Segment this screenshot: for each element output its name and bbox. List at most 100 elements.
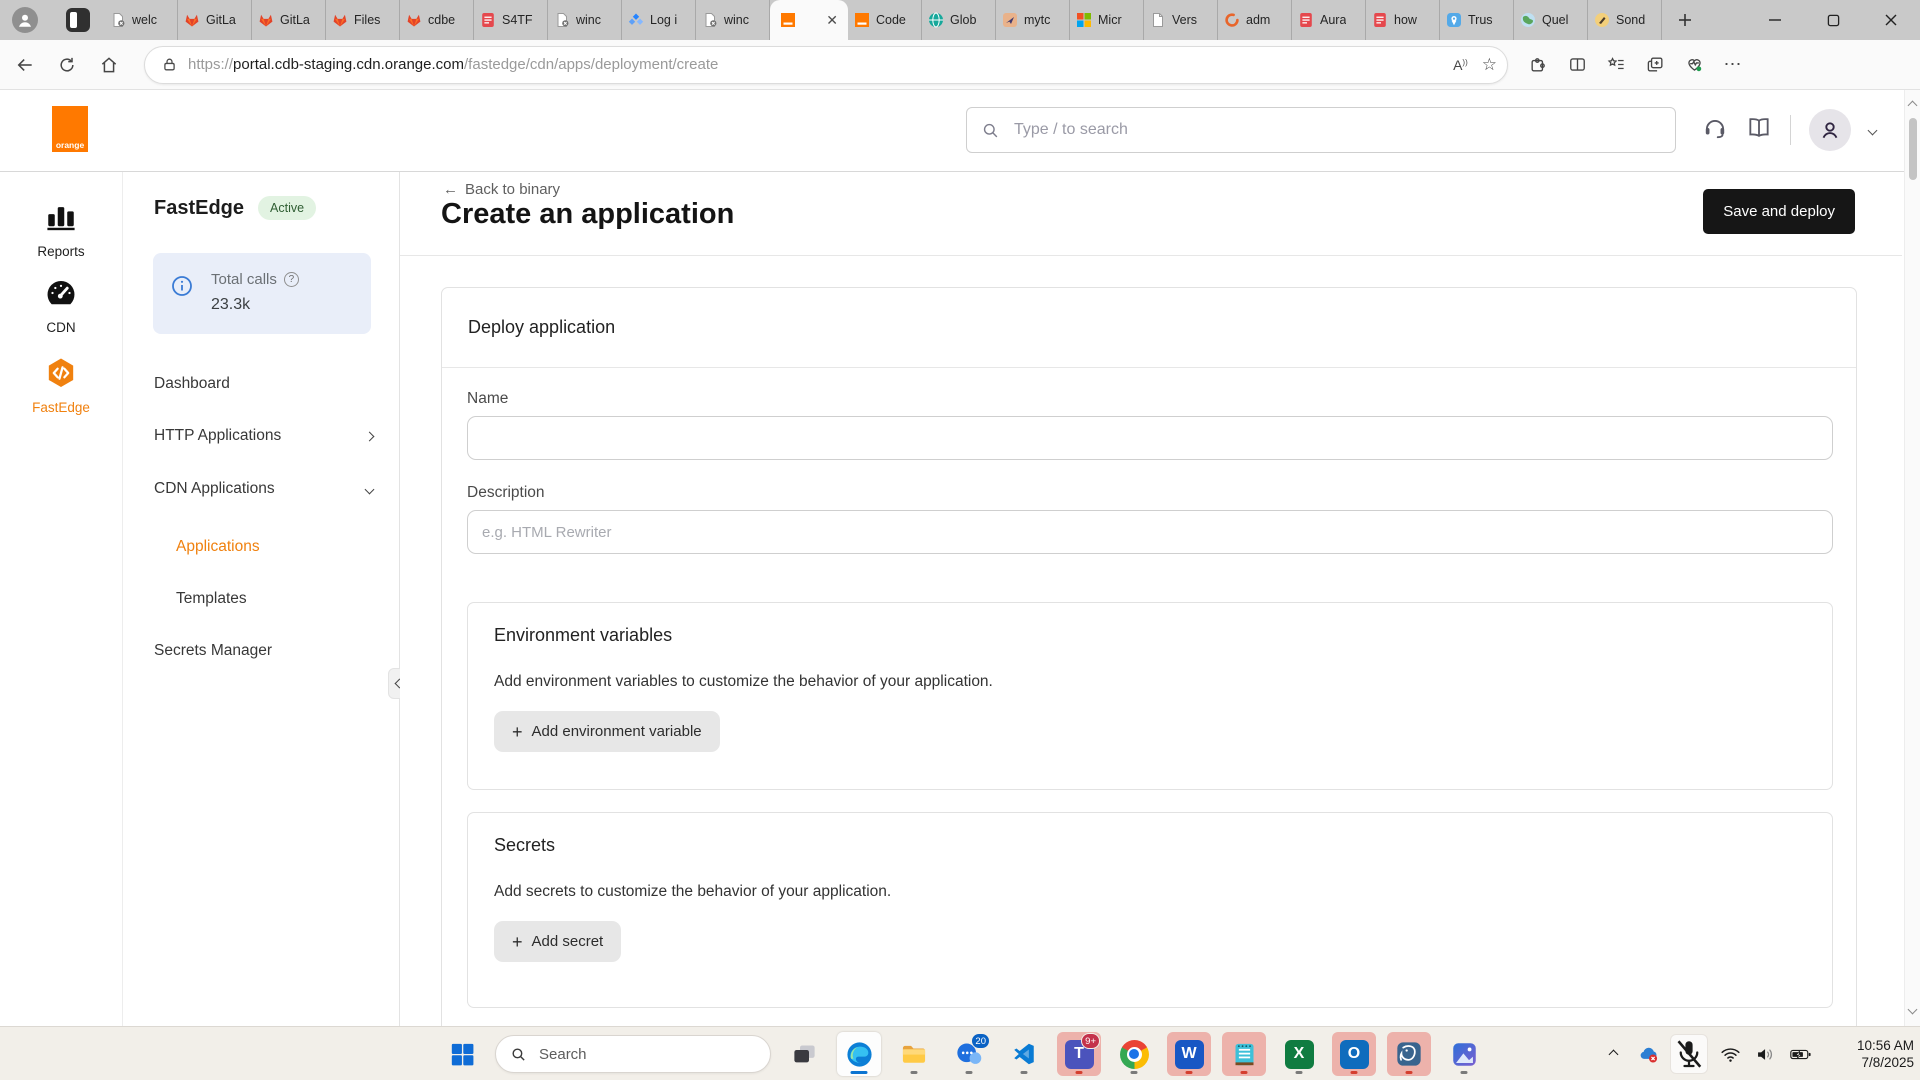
tab-label: S4TF xyxy=(502,13,533,27)
tab-close-icon[interactable]: ✕ xyxy=(826,13,838,27)
browser-tab[interactable]: Micr xyxy=(1070,0,1144,40)
browser-tab[interactable]: adm xyxy=(1218,0,1292,40)
browser-tab[interactable]: cdbe xyxy=(400,0,474,40)
new-tab-button[interactable] xyxy=(1670,5,1700,35)
file-explorer-app[interactable] xyxy=(892,1032,936,1076)
browser-tab[interactable]: S4TF xyxy=(474,0,548,40)
chat-app[interactable]: 20 xyxy=(947,1032,991,1076)
photos-app[interactable] xyxy=(1442,1032,1486,1076)
running-indicator xyxy=(1241,1071,1248,1074)
favorite-star-button[interactable]: ☆ xyxy=(1482,56,1497,73)
sidebar-item-templates[interactable]: Templates xyxy=(176,587,373,611)
portal-search-input[interactable] xyxy=(1012,120,1661,140)
browser-tab[interactable]: mytc xyxy=(996,0,1070,40)
window-close-button[interactable] xyxy=(1862,0,1920,40)
docs-button[interactable] xyxy=(1746,115,1772,146)
browser-tab[interactable]: GitLa xyxy=(252,0,326,40)
account-chevron-icon[interactable] xyxy=(1868,125,1878,135)
notepad-app[interactable] xyxy=(1222,1032,1266,1076)
portal-search[interactable] xyxy=(966,107,1676,153)
add-environment-variable-button[interactable]: +Add environment variable xyxy=(494,711,720,752)
browser-profile-avatar[interactable] xyxy=(12,7,38,33)
browser-tab[interactable]: how xyxy=(1366,0,1440,40)
excel-icon: X xyxy=(1285,1040,1314,1069)
browser-tab-active[interactable]: ✕ xyxy=(770,0,848,40)
tab-workspaces-icon[interactable] xyxy=(66,8,90,32)
taskbar-search[interactable] xyxy=(495,1035,771,1073)
browser-tab[interactable]: Aura xyxy=(1292,0,1366,40)
teams-app[interactable]: T9+ xyxy=(1057,1032,1101,1076)
home-button[interactable] xyxy=(92,48,126,82)
browser-tab[interactable]: Glob xyxy=(922,0,996,40)
browser-tab[interactable]: Log i xyxy=(622,0,696,40)
vscode-app[interactable] xyxy=(1002,1032,1046,1076)
browser-tab[interactable]: Files xyxy=(326,0,400,40)
battery-icon[interactable] xyxy=(1787,1039,1813,1069)
url-text: https://portal.cdb-staging.cdn.orange.co… xyxy=(188,56,1443,73)
taskbar-search-input[interactable] xyxy=(537,1045,756,1064)
edge-app[interactable] xyxy=(837,1032,881,1076)
start-button[interactable] xyxy=(440,1032,484,1076)
support-button[interactable] xyxy=(1702,115,1728,146)
rail-item-cdn[interactable]: CDN xyxy=(0,276,122,335)
task-view-button[interactable] xyxy=(782,1032,826,1076)
browser-tab[interactable]: winc xyxy=(696,0,770,40)
save-and-deploy-button[interactable]: Save and deploy xyxy=(1703,189,1855,234)
rail-item-reports[interactable]: Reports xyxy=(0,200,122,259)
browser-tab[interactable]: GitLa xyxy=(178,0,252,40)
tab-label: Vers xyxy=(1172,13,1197,27)
volume-icon[interactable] xyxy=(1752,1039,1778,1069)
sidebar-item-http-applications[interactable]: HTTP Applications xyxy=(154,424,373,448)
refresh-button[interactable] xyxy=(50,48,84,82)
add-secret-button[interactable]: +Add secret xyxy=(494,921,621,962)
page-scrollbar[interactable] xyxy=(1904,90,1920,1026)
word-app[interactable]: W xyxy=(1167,1032,1211,1076)
favorites-button[interactable] xyxy=(1600,49,1632,81)
scroll-up-icon[interactable] xyxy=(1909,96,1916,114)
sidebar-item-cdn-applications[interactable]: CDN Applications xyxy=(154,477,373,501)
browser-tab[interactable]: welc xyxy=(104,0,178,40)
mic-muted-indicator[interactable] xyxy=(1670,1034,1708,1074)
extensions-button[interactable] xyxy=(1522,49,1554,81)
collections-button[interactable] xyxy=(1639,49,1671,81)
address-bar[interactable]: https://portal.cdb-staging.cdn.orange.co… xyxy=(144,46,1508,84)
browser-tab[interactable]: Vers xyxy=(1144,0,1218,40)
rail-item-fastedge[interactable]: FastEdge xyxy=(0,356,122,415)
scrollbar-thumb[interactable] xyxy=(1909,118,1917,180)
sidebar: FastEdge Active Total calls? 23.3k Dashb… xyxy=(123,172,400,1026)
name-input[interactable] xyxy=(467,416,1833,460)
excel-app[interactable]: X xyxy=(1277,1032,1321,1076)
taskbar-clock[interactable]: 10:56 AM 7/8/2025 xyxy=(1828,1037,1914,1071)
tab-label: GitLa xyxy=(280,13,310,27)
outlook-app[interactable]: O xyxy=(1332,1032,1376,1076)
sidebar-item-dashboard[interactable]: Dashboard xyxy=(154,372,373,396)
sidebar-item-secrets-manager[interactable]: Secrets Manager xyxy=(154,639,373,663)
wifi-icon[interactable] xyxy=(1717,1039,1743,1069)
back-to-binary-link[interactable]: ←Back to binary xyxy=(443,181,560,198)
tray-overflow-button[interactable] xyxy=(1600,1039,1626,1069)
description-input[interactable] xyxy=(467,510,1833,554)
browser-tab[interactable]: Code xyxy=(848,0,922,40)
settings-more-button[interactable]: ⋯ xyxy=(1717,49,1749,81)
split-screen-button[interactable] xyxy=(1561,49,1593,81)
user-avatar[interactable] xyxy=(1809,109,1851,151)
window-controls xyxy=(1746,0,1920,40)
chrome-app[interactable] xyxy=(1112,1032,1156,1076)
read-aloud-button[interactable]: A)) xyxy=(1453,57,1468,73)
orange-logo[interactable]: orange xyxy=(52,106,88,152)
window-minimize-button[interactable] xyxy=(1746,0,1804,40)
window-maximize-button[interactable] xyxy=(1804,0,1862,40)
running-indicator xyxy=(1406,1071,1413,1074)
browser-tab[interactable]: winc xyxy=(548,0,622,40)
browser-tab[interactable]: Trus xyxy=(1440,0,1514,40)
help-icon[interactable]: ? xyxy=(284,272,299,287)
clock-date: 7/8/2025 xyxy=(1828,1054,1914,1071)
back-button[interactable] xyxy=(8,48,42,82)
onedrive-error-icon[interactable] xyxy=(1635,1039,1661,1069)
browser-essentials-button[interactable] xyxy=(1678,49,1710,81)
scroll-down-icon[interactable] xyxy=(1909,1000,1916,1018)
sidebar-item-applications[interactable]: Applications xyxy=(176,535,373,559)
browser-tab[interactable]: Quel xyxy=(1514,0,1588,40)
browser-tab[interactable]: Sond xyxy=(1588,0,1662,40)
postgres-app[interactable] xyxy=(1387,1032,1431,1076)
